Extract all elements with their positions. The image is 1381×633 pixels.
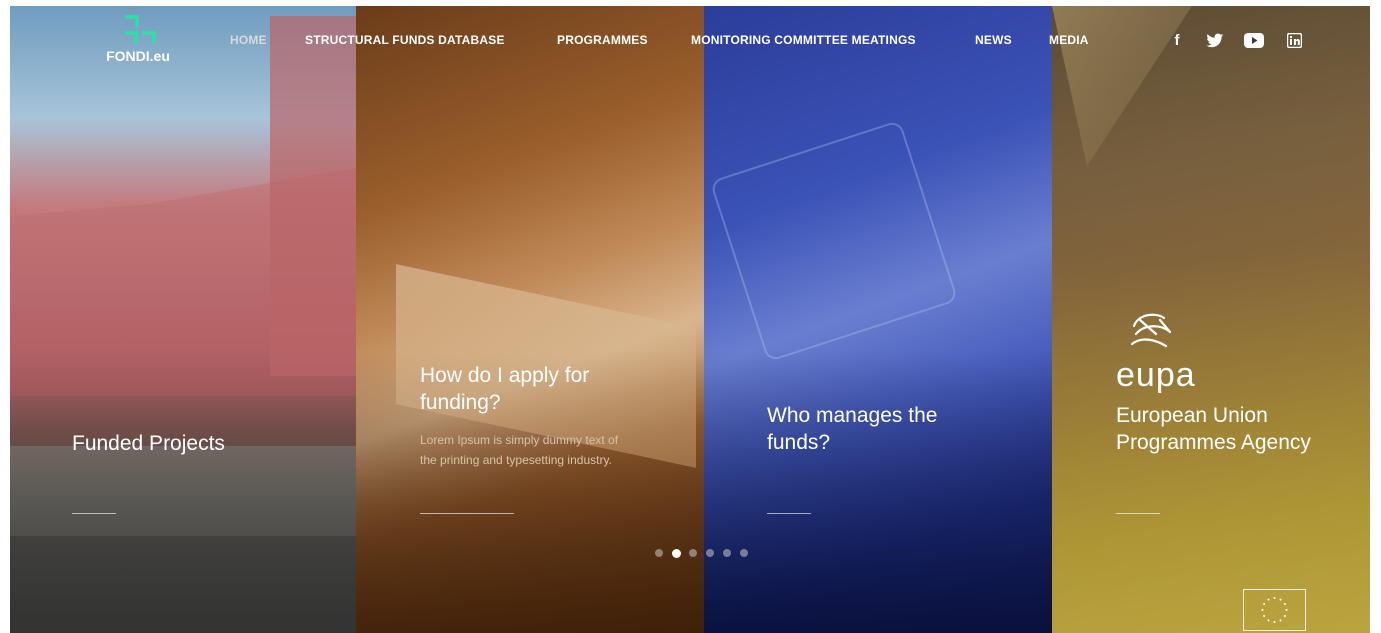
panel-divider bbox=[72, 513, 116, 514]
stone-wall-image bbox=[10, 446, 356, 536]
panel-title: Who manages the funds? bbox=[767, 404, 938, 454]
carousel-dot-4[interactable] bbox=[706, 549, 714, 557]
carousel-dot-2[interactable] bbox=[672, 548, 681, 558]
carousel-dot-1[interactable] bbox=[655, 549, 663, 557]
hero-carousel: Funded Projects How do I apply for fundi… bbox=[10, 6, 1370, 633]
eupa-wordmark: eupa bbox=[1116, 356, 1196, 394]
carousel-dot-3[interactable] bbox=[689, 549, 697, 557]
panel-funded-projects[interactable]: Funded Projects bbox=[10, 6, 356, 633]
panel-divider bbox=[1116, 513, 1160, 514]
panel-who-manages[interactable]: Who manages the funds? bbox=[704, 6, 1052, 633]
panel-description: Lorem Ipsum is simply dummy text of the … bbox=[420, 433, 619, 467]
site-logo[interactable]: FONDI.eu bbox=[88, 14, 188, 70]
nav-programmes[interactable]: PROGRAMMES bbox=[557, 33, 648, 47]
panel-apply-funding[interactable]: How do I apply for funding? Lorem Ipsum … bbox=[356, 6, 704, 633]
panel-title: Funded Projects bbox=[72, 432, 225, 455]
nav-home[interactable]: HOME bbox=[230, 33, 267, 47]
panel-title: How do I apply for funding? bbox=[420, 364, 590, 414]
nav-media[interactable]: MEDIA bbox=[1049, 33, 1089, 47]
fondi-logo-icon bbox=[125, 15, 156, 44]
nav-structural-funds-database[interactable]: STRUCTURAL FUNDS DATABASE bbox=[305, 33, 505, 47]
nav-monitoring-committee[interactable]: MONITORING COMMITTEE MEATINGS bbox=[691, 33, 916, 47]
panel-eupa[interactable]: eupa European Union Programmes Agency bbox=[1052, 6, 1370, 633]
logo-text: FONDI.eu bbox=[106, 48, 170, 64]
eu-flag-icon bbox=[1243, 589, 1306, 631]
carousel-dot-5[interactable] bbox=[723, 549, 731, 557]
youtube-icon[interactable] bbox=[1243, 33, 1265, 52]
carousel-dot-6[interactable] bbox=[740, 549, 748, 557]
tablet-image bbox=[709, 119, 959, 363]
nav-news[interactable]: NEWS bbox=[975, 33, 1012, 47]
eupa-logo-icon bbox=[1130, 313, 1172, 348]
site-header: FONDI.eu HOME STRUCTURAL FUNDS DATABASE … bbox=[10, 6, 1370, 76]
twitter-icon[interactable] bbox=[1205, 33, 1225, 52]
facebook-icon[interactable]: f bbox=[1170, 33, 1184, 49]
panel-title: European Union Programmes Agency bbox=[1116, 404, 1311, 454]
panel-divider bbox=[767, 513, 811, 514]
panel-divider bbox=[420, 513, 514, 514]
linkedin-icon[interactable] bbox=[1286, 32, 1302, 52]
